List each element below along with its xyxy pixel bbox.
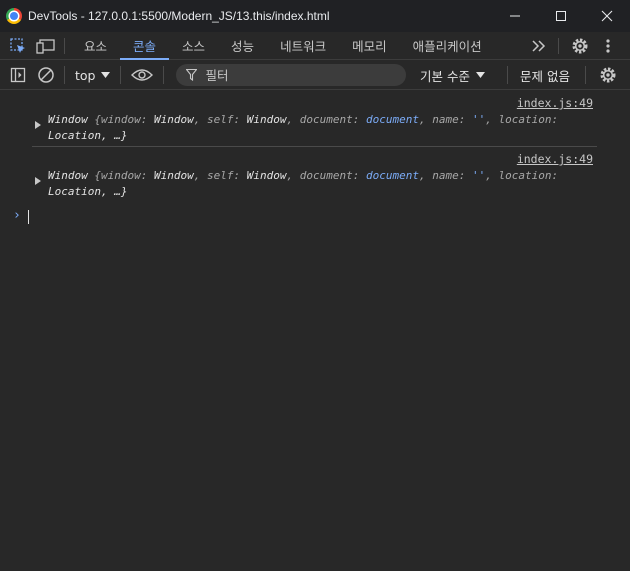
more-tabs-button[interactable]: [531, 32, 547, 60]
toolbar-divider: [163, 66, 165, 84]
prop-value: Window: [154, 169, 194, 182]
tab-memory[interactable]: 메모리: [339, 32, 400, 59]
clear-circle-slash-icon: [38, 67, 54, 83]
device-mode-icon: [36, 39, 55, 54]
source-link[interactable]: index.js:49: [517, 96, 593, 110]
minimize-button[interactable]: [492, 0, 538, 32]
toolbar-divider: [507, 66, 508, 84]
devtools-tab-bar: 요소 콘솔 소스 성능 네트워크 메모리 애플리케이션: [0, 32, 630, 60]
prop-key: document: [299, 113, 353, 126]
filter-funnel-icon: [186, 69, 198, 81]
toolbar-divider: [120, 66, 122, 84]
log-levels-label: 기본 수준: [420, 68, 470, 84]
context-label: top: [75, 67, 96, 83]
context-selector[interactable]: top: [69, 68, 116, 83]
prop-key: location: [498, 113, 552, 126]
prop-key: self: [207, 169, 234, 182]
device-toolbar-button[interactable]: [32, 32, 60, 60]
filter-field[interactable]: [176, 64, 407, 86]
log-levels-dropdown[interactable]: 기본 수준: [420, 61, 485, 89]
prop-value: '': [471, 113, 486, 126]
toolbar-divider: [64, 37, 65, 54]
prop-key: window: [101, 169, 141, 182]
gear-icon: [572, 38, 588, 54]
dropdown-arrow-icon: [101, 72, 111, 78]
close-icon: [601, 10, 613, 22]
object-preview[interactable]: Window {window: Window, self: Window, do…: [48, 168, 593, 200]
live-expression-button[interactable]: [125, 61, 159, 89]
prop-key: document: [299, 169, 353, 182]
show-sidebar-button[interactable]: [4, 61, 32, 89]
tab-console[interactable]: 콘솔: [120, 32, 170, 60]
tab-application[interactable]: 애플리케이션: [400, 32, 495, 59]
object-preview-continued: Location, …}: [48, 185, 128, 198]
prop-value: document: [365, 113, 419, 126]
dropdown-arrow-icon: [475, 72, 485, 78]
window-title: DevTools - 127.0.0.1:5500/Modern_JS/13.t…: [28, 9, 330, 23]
prop-value: '': [471, 169, 486, 182]
object-preview-continued: Location, …}: [48, 129, 128, 142]
tab-performance[interactable]: 성능: [218, 32, 267, 59]
source-link[interactable]: index.js:49: [517, 152, 593, 166]
toolbar-divider: [585, 66, 586, 84]
prop-key: location: [498, 169, 552, 182]
filter-input[interactable]: [205, 67, 386, 83]
more-options-button[interactable]: [605, 32, 611, 60]
toolbar-divider: [64, 66, 65, 84]
kebab-menu-icon: [606, 39, 610, 53]
tab-elements[interactable]: 요소: [71, 32, 120, 59]
expand-triangle-icon[interactable]: [35, 121, 41, 129]
eye-icon: [131, 69, 154, 81]
prop-key: name: [432, 169, 459, 182]
console-toolbar: top 기본 수준 문제 없음: [0, 61, 630, 90]
console-message: index.js:49 Window {window: Window, self…: [32, 91, 597, 147]
minimize-icon: [510, 15, 520, 17]
prop-value: Window: [246, 169, 287, 182]
clear-console-button[interactable]: [32, 61, 60, 89]
console-input-cursor[interactable]: [28, 210, 29, 224]
settings-button[interactable]: [571, 32, 589, 60]
sidebar-toggle-icon: [10, 67, 26, 83]
issues-button[interactable]: 문제 없음: [520, 61, 570, 89]
console-prompt-icon: ›: [13, 208, 21, 223]
console-message: index.js:49 Window {window: Window, self…: [32, 147, 597, 202]
console-output: index.js:49 Window {window: Window, self…: [0, 91, 630, 571]
gear-icon: [600, 67, 616, 83]
prop-value: document: [365, 169, 419, 182]
tab-sources[interactable]: 소스: [169, 32, 218, 59]
prop-value: Window: [154, 113, 194, 126]
tab-network[interactable]: 네트워크: [267, 32, 339, 59]
object-name: Window: [48, 169, 88, 182]
close-button[interactable]: [584, 0, 630, 32]
toolbar-divider: [558, 32, 559, 60]
maximize-icon: [556, 11, 566, 21]
prop-key: name: [432, 113, 459, 126]
double-chevron-right-icon: [532, 40, 546, 52]
maximize-button[interactable]: [538, 0, 584, 32]
title-bar: DevTools - 127.0.0.1:5500/Modern_JS/13.t…: [0, 0, 630, 32]
prop-key: self: [207, 113, 234, 126]
inspect-element-button[interactable]: [4, 32, 32, 60]
object-preview[interactable]: Window {window: Window, self: Window, do…: [48, 112, 593, 144]
chrome-logo-icon: [6, 8, 22, 24]
console-settings-button[interactable]: [594, 61, 622, 89]
expand-triangle-icon[interactable]: [35, 177, 41, 185]
inspect-cursor-icon: [10, 38, 25, 53]
prop-value: Window: [246, 113, 287, 126]
object-name: Window: [48, 113, 88, 126]
prop-key: window: [101, 113, 141, 126]
